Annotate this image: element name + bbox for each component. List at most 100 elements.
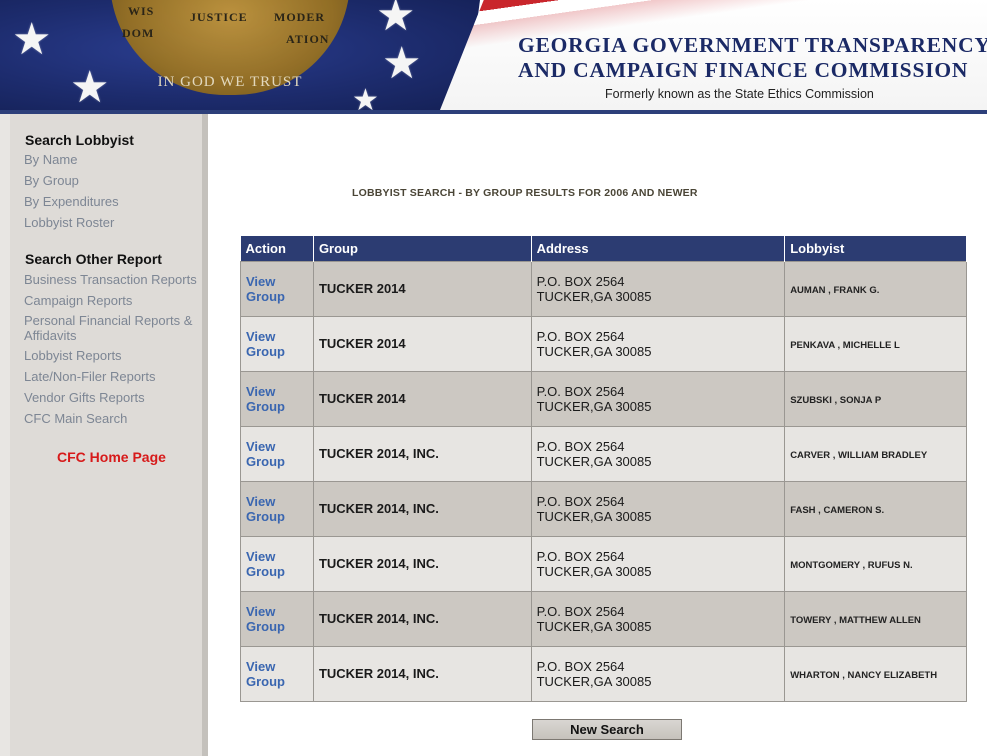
address-text: P.O. BOX 2564 TUCKER,GA 30085 bbox=[537, 494, 780, 524]
view-group-link-line1[interactable]: View bbox=[246, 659, 275, 674]
view-group-link-line1[interactable]: View bbox=[246, 494, 275, 509]
lobbyist-name: CARVER , WILLIAM BRADLEY bbox=[790, 450, 928, 461]
cell-action: View Group bbox=[240, 535, 314, 592]
view-group-link[interactable]: View Group bbox=[246, 274, 308, 304]
view-group-link-line2[interactable]: Group bbox=[246, 344, 285, 359]
address-line1: P.O. BOX 2564 bbox=[536, 328, 625, 344]
sidebar-link-personal-financial-reports-line2[interactable]: Affidavits bbox=[24, 328, 77, 343]
sidebar: Search Lobbyist By Name By Group By Expe… bbox=[0, 114, 208, 756]
address-text: P.O. BOX 2564 TUCKER,GA 30085 bbox=[537, 439, 780, 469]
cell-group: TUCKER 2014, INC. bbox=[312, 590, 532, 647]
sidebar-link-lobbyist-reports[interactable]: Lobbyist Reports bbox=[24, 348, 122, 363]
new-search-button[interactable]: New Search bbox=[532, 719, 682, 740]
view-group-link[interactable]: View Group bbox=[246, 329, 308, 359]
cell-lobbyist: MONTGOMERY , RUFUS N. bbox=[784, 535, 967, 592]
group-name: TUCKER 2014 bbox=[318, 336, 406, 351]
group-name: TUCKER 2014, INC. bbox=[318, 446, 439, 461]
view-group-link-line1[interactable]: View bbox=[246, 549, 275, 564]
seal-banner-text: ATION bbox=[286, 32, 330, 46]
sidebar-link-by-group[interactable]: By Group bbox=[24, 173, 79, 188]
cell-action: View Group bbox=[240, 645, 314, 702]
cell-address: P.O. BOX 2564 TUCKER,GA 30085 bbox=[530, 315, 786, 372]
sidebar-link-cfc-main-search[interactable]: CFC Main Search bbox=[24, 411, 127, 426]
table-row: View Group TUCKER 2014 P.O. BOX 2564 TUCKER,… bbox=[240, 315, 967, 372]
cell-action: View Group bbox=[240, 260, 314, 317]
address-line2: TUCKER,GA 30085 bbox=[536, 343, 652, 359]
sidebar-link-by-name[interactable]: By Name bbox=[24, 152, 77, 167]
group-name: TUCKER 2014, INC. bbox=[318, 501, 439, 516]
address-line2: TUCKER,GA 30085 bbox=[536, 508, 652, 524]
view-group-link-line2[interactable]: Group bbox=[246, 509, 285, 524]
cell-group: TUCKER 2014, INC. bbox=[312, 535, 532, 592]
address-line1: P.O. BOX 2564 bbox=[536, 493, 625, 509]
org-title-line1: GEORGIA GOVERNMENT TRANSPARENCY bbox=[518, 33, 987, 57]
lobbyist-name: WHARTON , NANCY ELIZABETH bbox=[790, 670, 938, 681]
results-table: Action Group Address Lobbyist View Group T… bbox=[240, 236, 967, 702]
view-group-link-line2[interactable]: Group bbox=[246, 564, 285, 579]
column-header-address: Address bbox=[531, 236, 786, 261]
group-name: TUCKER 2014, INC. bbox=[318, 666, 439, 681]
address-line1: P.O. BOX 2564 bbox=[536, 603, 625, 619]
sidebar-link-lobbyist-roster[interactable]: Lobbyist Roster bbox=[24, 215, 114, 230]
cell-group: TUCKER 2014, INC. bbox=[312, 480, 532, 537]
view-group-link[interactable]: View Group bbox=[246, 384, 308, 414]
lobbyist-name: AUMAN , FRANK G. bbox=[790, 285, 880, 296]
view-group-link-line2[interactable]: Group bbox=[246, 619, 285, 634]
view-group-link-line1[interactable]: View bbox=[246, 604, 275, 619]
cell-address: P.O. BOX 2564 TUCKER,GA 30085 bbox=[530, 480, 786, 537]
view-group-link[interactable]: View Group bbox=[246, 494, 308, 524]
cell-address: P.O. BOX 2564 TUCKER,GA 30085 bbox=[530, 590, 786, 647]
cell-lobbyist: CARVER , WILLIAM BRADLEY bbox=[784, 425, 967, 482]
site-header: ★ ★ ★ ★ ★ WIS DOM JUSTICE MODER ATION IN… bbox=[0, 0, 987, 110]
star-icon: ★ bbox=[382, 39, 422, 88]
org-title: GEORGIA GOVERNMENT TRANSPARENCY AND CAMP… bbox=[518, 33, 987, 83]
sidebar-link-by-expenditures[interactable]: By Expenditures bbox=[24, 194, 119, 209]
view-group-link-line2[interactable]: Group bbox=[246, 454, 285, 469]
sidebar-link-vendor-gifts-reports[interactable]: Vendor Gifts Reports bbox=[24, 390, 145, 405]
sidebar-link-campaign-reports[interactable]: Campaign Reports bbox=[24, 293, 132, 308]
view-group-link-line1[interactable]: View bbox=[246, 439, 275, 454]
lobbyist-name: TOWERY , MATTHEW ALLEN bbox=[790, 615, 921, 626]
lobbyist-name: SZUBSKI , SONJA P bbox=[790, 395, 882, 406]
view-group-link-line2[interactable]: Group bbox=[246, 399, 285, 414]
address-text: P.O. BOX 2564 TUCKER,GA 30085 bbox=[537, 659, 780, 689]
view-group-link[interactable]: View Group bbox=[246, 549, 308, 579]
sidebar-link-personal-financial-reports[interactable]: Personal Financial Reports & bbox=[24, 313, 192, 328]
cell-group: TUCKER 2014 bbox=[312, 370, 532, 427]
view-group-link-line1[interactable]: View bbox=[246, 274, 275, 289]
flag-blue-field: ★ ★ ★ ★ ★ WIS DOM JUSTICE MODER ATION IN… bbox=[0, 0, 480, 110]
address-line2: TUCKER,GA 30085 bbox=[536, 288, 652, 304]
column-header-action: Action bbox=[240, 236, 314, 261]
sidebar-link-business-transaction-reports[interactable]: Business Transaction Reports bbox=[24, 272, 197, 287]
address-text: P.O. BOX 2564 TUCKER,GA 30085 bbox=[537, 549, 780, 579]
star-icon: ★ bbox=[376, 0, 416, 40]
cell-lobbyist: AUMAN , FRANK G. bbox=[784, 260, 967, 317]
group-name: TUCKER 2014, INC. bbox=[318, 556, 439, 571]
results-table-body: View Group TUCKER 2014 P.O. BOX 2564 TUCKER,… bbox=[240, 260, 967, 702]
view-group-link[interactable]: View Group bbox=[246, 439, 308, 469]
table-row: View Group TUCKER 2014, INC. P.O. BOX 2564 T… bbox=[240, 645, 967, 702]
seal-banner-text: WIS bbox=[128, 4, 155, 18]
view-group-link-line2[interactable]: Group bbox=[246, 289, 285, 304]
cell-action: View Group bbox=[240, 425, 314, 482]
address-text: P.O. BOX 2564 TUCKER,GA 30085 bbox=[537, 329, 780, 359]
view-group-link-line1[interactable]: View bbox=[246, 384, 275, 399]
address-text: P.O. BOX 2564 TUCKER,GA 30085 bbox=[537, 274, 780, 304]
cell-address: P.O. BOX 2564 TUCKER,GA 30085 bbox=[530, 535, 786, 592]
sidebar-link-cfc-home-page[interactable]: CFC Home Page bbox=[57, 449, 166, 465]
address-text: P.O. BOX 2564 TUCKER,GA 30085 bbox=[537, 604, 780, 634]
cell-lobbyist: SZUBSKI , SONJA P bbox=[784, 370, 967, 427]
view-group-link[interactable]: View Group bbox=[246, 659, 308, 689]
view-group-link-line2[interactable]: Group bbox=[246, 674, 285, 689]
sidebar-link-late-non-filer-reports[interactable]: Late/Non-Filer Reports bbox=[24, 369, 156, 384]
cell-address: P.O. BOX 2564 TUCKER,GA 30085 bbox=[530, 260, 786, 317]
address-line2: TUCKER,GA 30085 bbox=[536, 563, 652, 579]
view-group-link-line1[interactable]: View bbox=[246, 329, 275, 344]
sidebar-panel: Search Lobbyist By Name By Group By Expe… bbox=[10, 114, 202, 756]
lobbyist-name: PENKAVA , MICHELLE L bbox=[790, 340, 900, 351]
cell-group: TUCKER 2014, INC. bbox=[312, 425, 532, 482]
org-title-line2: AND CAMPAIGN FINANCE COMMISSION bbox=[518, 58, 969, 82]
view-group-link[interactable]: View Group bbox=[246, 604, 308, 634]
group-name: TUCKER 2014, INC. bbox=[318, 611, 439, 626]
sidebar-heading-search-other-report: Search Other Report bbox=[25, 251, 162, 267]
